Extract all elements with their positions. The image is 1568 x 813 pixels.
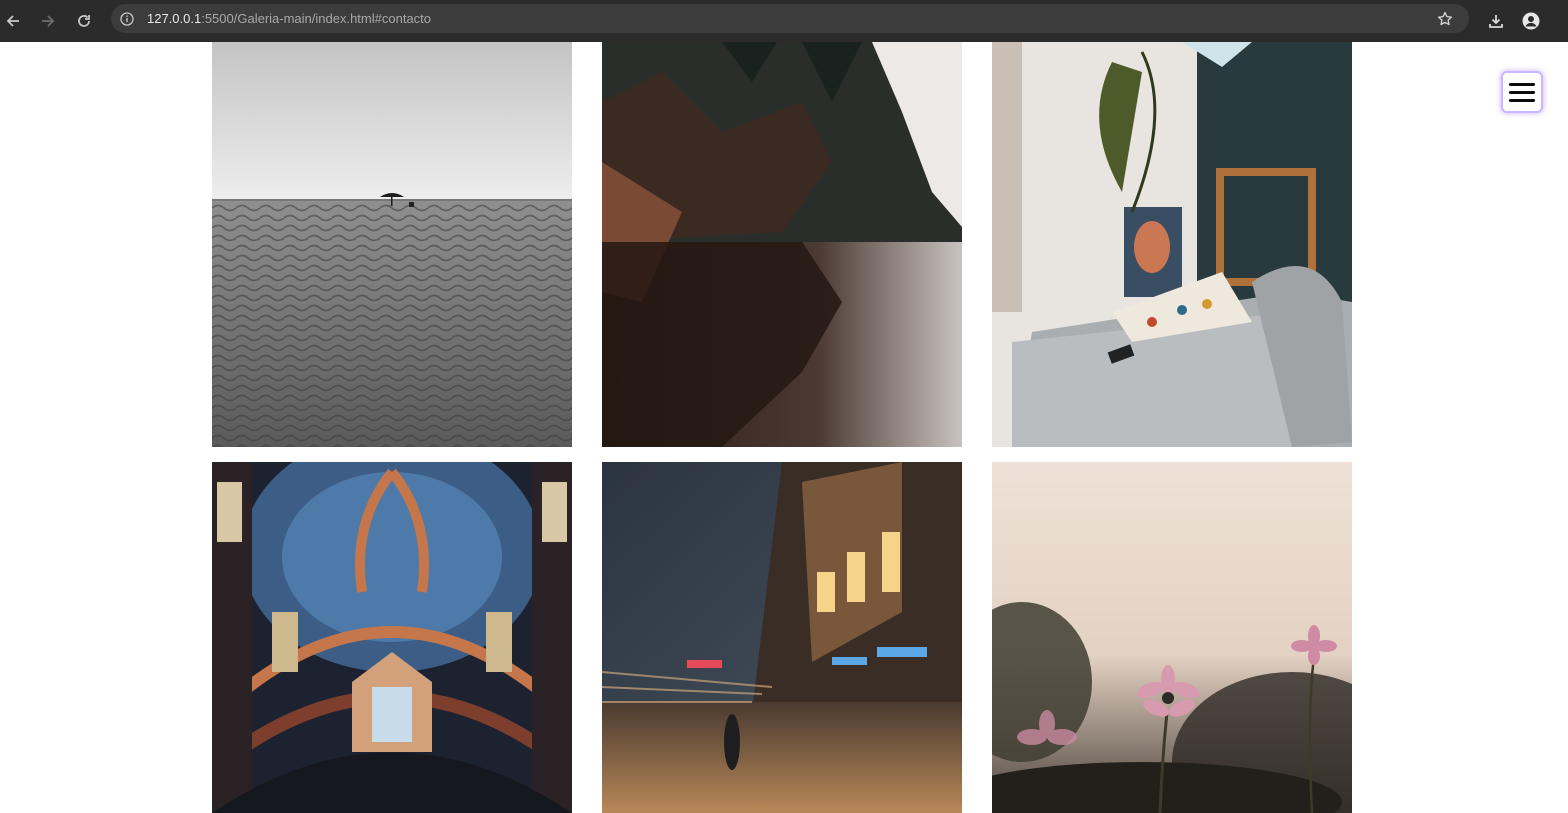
forward-arrow-icon (42, 15, 55, 27)
gallery-photo-living-room[interactable] (992, 42, 1352, 447)
reload-button[interactable] (71, 8, 97, 34)
night-street-image (602, 462, 962, 813)
url-text: 127.0.0.1:5500/Galeria-main/index.html#c… (147, 11, 431, 27)
url-path: :5500/Galeria-main/index.html#contacto (201, 11, 432, 26)
bookmark-button[interactable] (1435, 9, 1455, 29)
gallery-photo-flowers[interactable] (992, 462, 1352, 813)
hamburger-menu-icon (1509, 82, 1535, 86)
hamburger-line (1509, 98, 1535, 102)
address-bar[interactable]: 127.0.0.1:5500/Galeria-main/index.html#c… (111, 4, 1469, 33)
bookmark-star-icon (1437, 11, 1453, 26)
reload-icon (78, 15, 90, 27)
church-ceiling-image (212, 462, 572, 813)
gallery-photo-beach[interactable] (212, 42, 572, 447)
back-button[interactable] (0, 8, 26, 34)
hamburger-line (1509, 90, 1535, 94)
browser-toolbar: 127.0.0.1:5500/Galeria-main/index.html#c… (0, 0, 1568, 42)
flowers-image (992, 462, 1352, 813)
lake-image (602, 42, 962, 447)
site-info-button[interactable] (117, 9, 137, 29)
profile-button[interactable] (1518, 8, 1544, 34)
back-arrow-icon (6, 15, 19, 27)
downloads-button[interactable] (1483, 8, 1509, 34)
gallery-photo-night-street[interactable] (602, 462, 962, 813)
url-host: 127.0.0.1 (147, 11, 202, 26)
beach-image (212, 42, 572, 447)
forward-button[interactable] (35, 8, 61, 34)
site-info-icon (120, 12, 134, 26)
profile-icon (1522, 12, 1540, 30)
hamburger-menu-button[interactable] (1501, 71, 1543, 113)
gallery-photo-church-ceiling[interactable] (212, 462, 572, 813)
gallery-photo-lake[interactable] (602, 42, 962, 447)
living-room-image (992, 42, 1352, 447)
download-icon (1489, 15, 1503, 28)
